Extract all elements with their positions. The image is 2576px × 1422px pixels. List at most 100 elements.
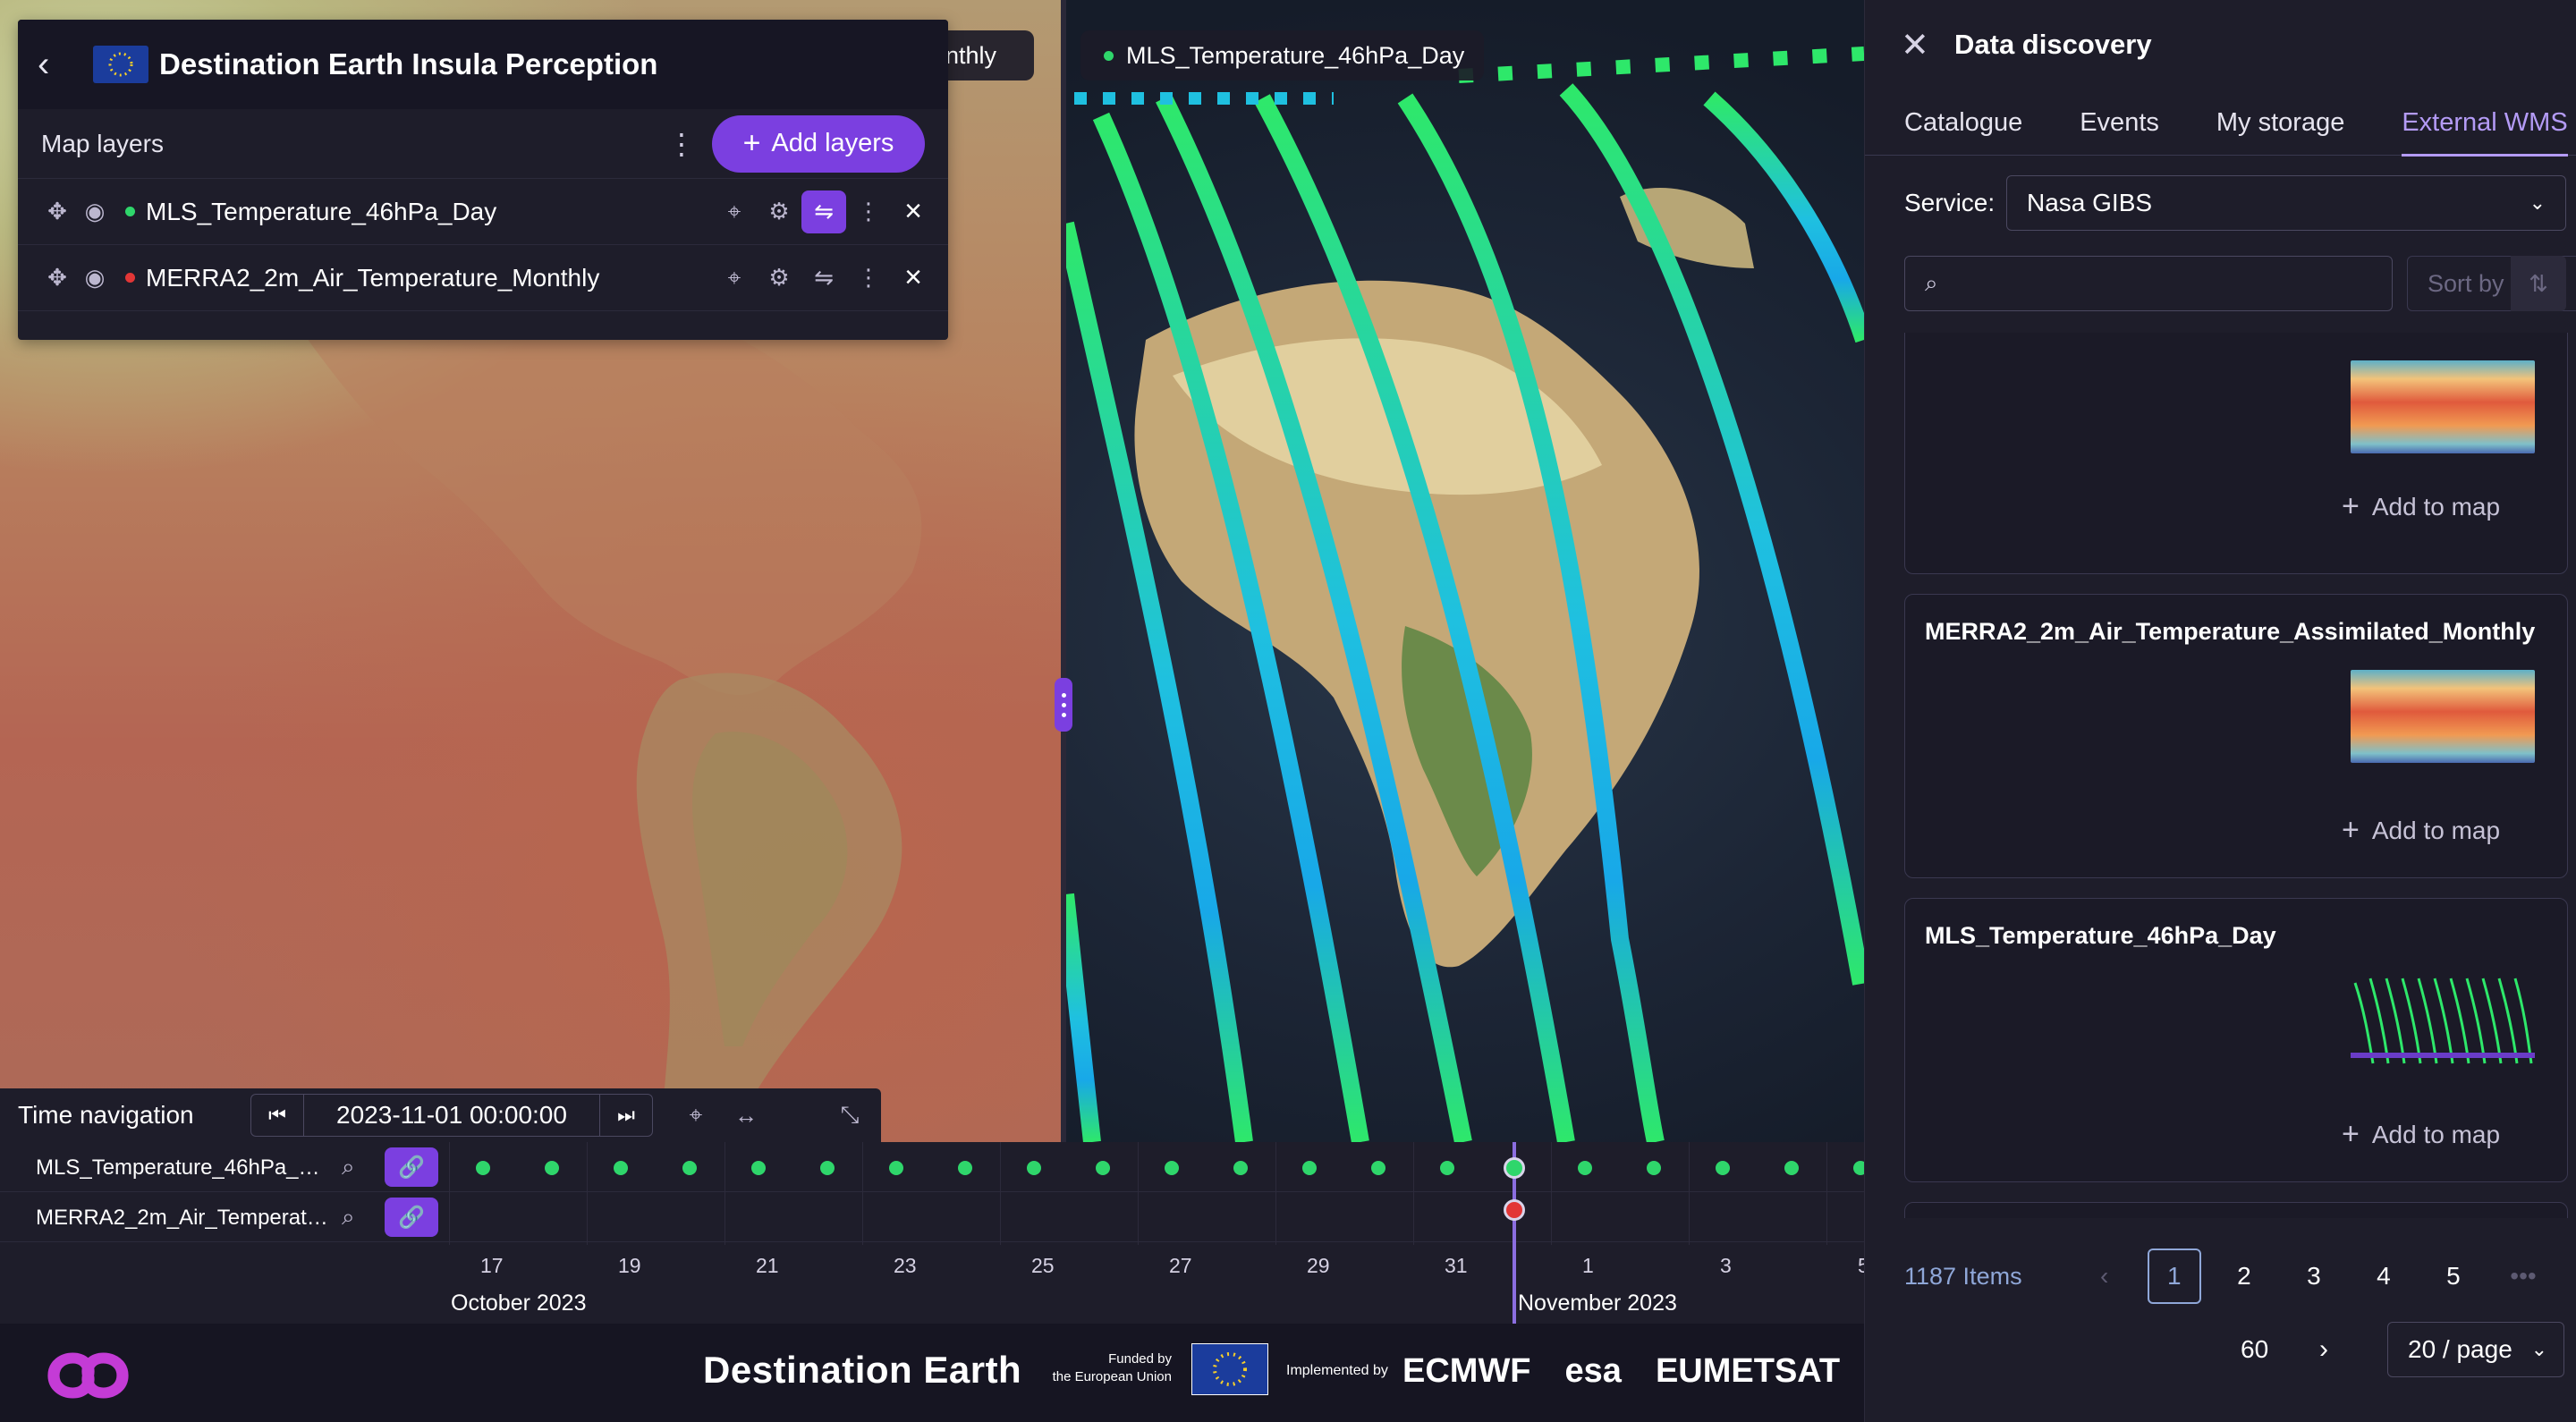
panel-header: ✕ Data discovery: [1865, 0, 2576, 89]
more-vertical-icon[interactable]: ⋮: [846, 190, 891, 233]
splitter-handle[interactable]: [1055, 678, 1072, 732]
eye-icon[interactable]: ◉: [77, 198, 113, 225]
locate-icon[interactable]: ⌖: [712, 190, 757, 233]
page-size-select[interactable]: 20 / page ⌄: [2387, 1322, 2564, 1377]
map-right-view[interactable]: MLS_Temperature_46hPa_Day: [1065, 0, 1864, 1142]
timeline-day-marker[interactable]: [820, 1161, 835, 1175]
timeline-day-marker[interactable]: [1853, 1161, 1864, 1175]
map-right-layer-chip: MLS_Temperature_46hPa_Day: [1080, 30, 1485, 80]
add-layers-button[interactable]: + Add layers: [712, 114, 925, 173]
close-icon[interactable]: ×: [891, 190, 936, 233]
gear-icon[interactable]: ⚙: [757, 257, 801, 300]
add-to-map-button[interactable]: + Add to map: [2342, 813, 2500, 848]
month-label: November 2023: [1518, 1291, 1677, 1316]
close-icon[interactable]: ✕: [1901, 25, 1954, 65]
time-navigation-bar: Time navigation ⏮ 2023-11-01 00:00:00 ⏭ …: [0, 1088, 881, 1142]
gear-icon[interactable]: ⚙: [757, 190, 801, 233]
layer-row[interactable]: ✥ ◉ MERRA2_2m_Air_Temperature_Monthly ⌖ …: [18, 245, 948, 311]
timeline-day-marker[interactable]: [614, 1161, 628, 1175]
map-splitter[interactable]: [1061, 0, 1066, 1142]
timeline-day-marker[interactable]: [545, 1161, 559, 1175]
partner-logos: ECMWF esa EUMETSAT: [1402, 1352, 1840, 1391]
eu-flag-logo: [1191, 1343, 1268, 1395]
tab-my-storage[interactable]: My storage: [2216, 89, 2344, 156]
timeline-tick-label: 5: [1858, 1254, 1864, 1277]
service-select[interactable]: Nasa GIBS ⌄: [2006, 175, 2566, 231]
timeline-day-marker[interactable]: [1302, 1161, 1317, 1175]
result-card[interactable]: [1904, 1202, 2568, 1218]
locate-icon[interactable]: ⌖: [712, 257, 757, 300]
more-vertical-icon[interactable]: ⋮: [667, 130, 696, 158]
status-dot: [125, 273, 135, 283]
plus-icon: +: [2342, 489, 2360, 523]
drag-handle-icon[interactable]: ✥: [38, 264, 77, 292]
timeline-day-marker[interactable]: [1233, 1161, 1248, 1175]
results-list[interactable]: + Add to map MERRA2_2m_Air_Temperature_As…: [1904, 333, 2570, 1218]
search-icon[interactable]: ⌕: [342, 1153, 355, 1181]
compare-swap-icon[interactable]: ⇋: [801, 190, 846, 233]
timeline-day-marker[interactable]: [476, 1161, 490, 1175]
layer-row[interactable]: ✥ ◉ MLS_Temperature_46hPa_Day ⌖ ⚙ ⇋ ⋮ ×: [18, 179, 948, 245]
locate-icon[interactable]: ⌖: [671, 1101, 721, 1130]
result-card[interactable]: + Add to map: [1904, 333, 2568, 574]
page-size-value: 20 / page: [2408, 1335, 2512, 1363]
link-icon[interactable]: 🔗: [385, 1147, 438, 1187]
compare-swap-icon[interactable]: ⇋: [801, 257, 846, 300]
timeline-day-marker[interactable]: [958, 1161, 972, 1175]
sort-direction-icon[interactable]: ⇅: [2511, 256, 2566, 311]
fit-range-icon[interactable]: ↔: [721, 1102, 771, 1130]
page-last[interactable]: 60: [2241, 1322, 2268, 1377]
page-4[interactable]: 4: [2357, 1248, 2411, 1304]
collapse-icon[interactable]: ⤡: [825, 1101, 875, 1130]
timeline-day-marker[interactable]: [1578, 1161, 1592, 1175]
timeline-day-marker[interactable]: [1027, 1161, 1041, 1175]
timeline[interactable]: MLS_Temperature_46hPa_Day ⌕ 🔗 MERRA2_2m_…: [0, 1142, 1864, 1324]
total-items: 1187 Items: [1904, 1262, 2022, 1290]
timeline-day-marker[interactable]: [1784, 1161, 1799, 1175]
drag-handle-icon[interactable]: ✥: [38, 198, 77, 225]
page-2[interactable]: 2: [2217, 1248, 2271, 1304]
timeline-day-marker[interactable]: [889, 1161, 903, 1175]
search-icon[interactable]: ⌕: [342, 1203, 355, 1232]
sort-placeholder: Sort by: [2428, 269, 2504, 297]
link-icon[interactable]: 🔗: [385, 1198, 438, 1237]
next-page-icon[interactable]: ›: [2319, 1322, 2328, 1377]
prev-page-icon[interactable]: ‹: [2078, 1248, 2131, 1304]
chevron-left-icon[interactable]: ‹: [38, 45, 73, 85]
timeline-tick-label: 29: [1307, 1254, 1330, 1277]
result-card[interactable]: MLS_Temperature_46hPa_Day + Add to map: [1904, 898, 2568, 1182]
skip-back-icon[interactable]: ⏮: [250, 1094, 304, 1137]
skip-forward-icon[interactable]: ⏭: [599, 1094, 653, 1137]
current-marker-red[interactable]: [1504, 1199, 1525, 1221]
current-marker-green[interactable]: [1504, 1157, 1525, 1179]
page-5[interactable]: 5: [2427, 1248, 2480, 1304]
timeline-day-marker[interactable]: [1716, 1161, 1730, 1175]
data-discovery-panel: ✕ Data discovery Catalogue Events My sto…: [1864, 0, 2576, 1422]
destine-infinity-logo: [47, 1352, 129, 1399]
tab-catalogue[interactable]: Catalogue: [1904, 89, 2022, 156]
add-to-map-label: Add to map: [2371, 816, 2501, 844]
more-pages-icon[interactable]: •••: [2496, 1248, 2550, 1304]
add-to-map-button[interactable]: + Add to map: [2342, 489, 2500, 524]
page-3[interactable]: 3: [2287, 1248, 2341, 1304]
tab-external-wms[interactable]: External WMS: [2402, 89, 2569, 157]
eye-icon[interactable]: ◉: [77, 264, 113, 292]
timeline-row: MERRA2_2m_Air_Temperatur... ⌕ 🔗: [0, 1192, 1864, 1242]
timeline-day-marker[interactable]: [751, 1161, 766, 1175]
tab-events[interactable]: Events: [2080, 89, 2159, 156]
page-1[interactable]: 1: [2147, 1248, 2201, 1304]
close-icon[interactable]: ×: [891, 257, 936, 300]
timeline-day-marker[interactable]: [1371, 1161, 1385, 1175]
add-to-map-button[interactable]: + Add to map: [2342, 1117, 2500, 1152]
timeline-day-marker[interactable]: [1165, 1161, 1179, 1175]
layer-panel: ‹ Destination Earth Insula Perception Ma…: [18, 20, 948, 340]
more-vertical-icon[interactable]: ⋮: [846, 257, 891, 300]
search-input[interactable]: ⌕: [1904, 256, 2393, 311]
timeline-day-marker[interactable]: [1440, 1161, 1454, 1175]
current-date-field[interactable]: 2023-11-01 00:00:00: [304, 1094, 599, 1137]
timeline-day-marker[interactable]: [1096, 1161, 1110, 1175]
timeline-day-marker[interactable]: [682, 1161, 697, 1175]
timeline-day-marker[interactable]: [1647, 1161, 1661, 1175]
result-card[interactable]: MERRA2_2m_Air_Temperature_Assimilated_Mo…: [1904, 594, 2568, 878]
time-navigation-title: Time navigation: [18, 1101, 194, 1129]
